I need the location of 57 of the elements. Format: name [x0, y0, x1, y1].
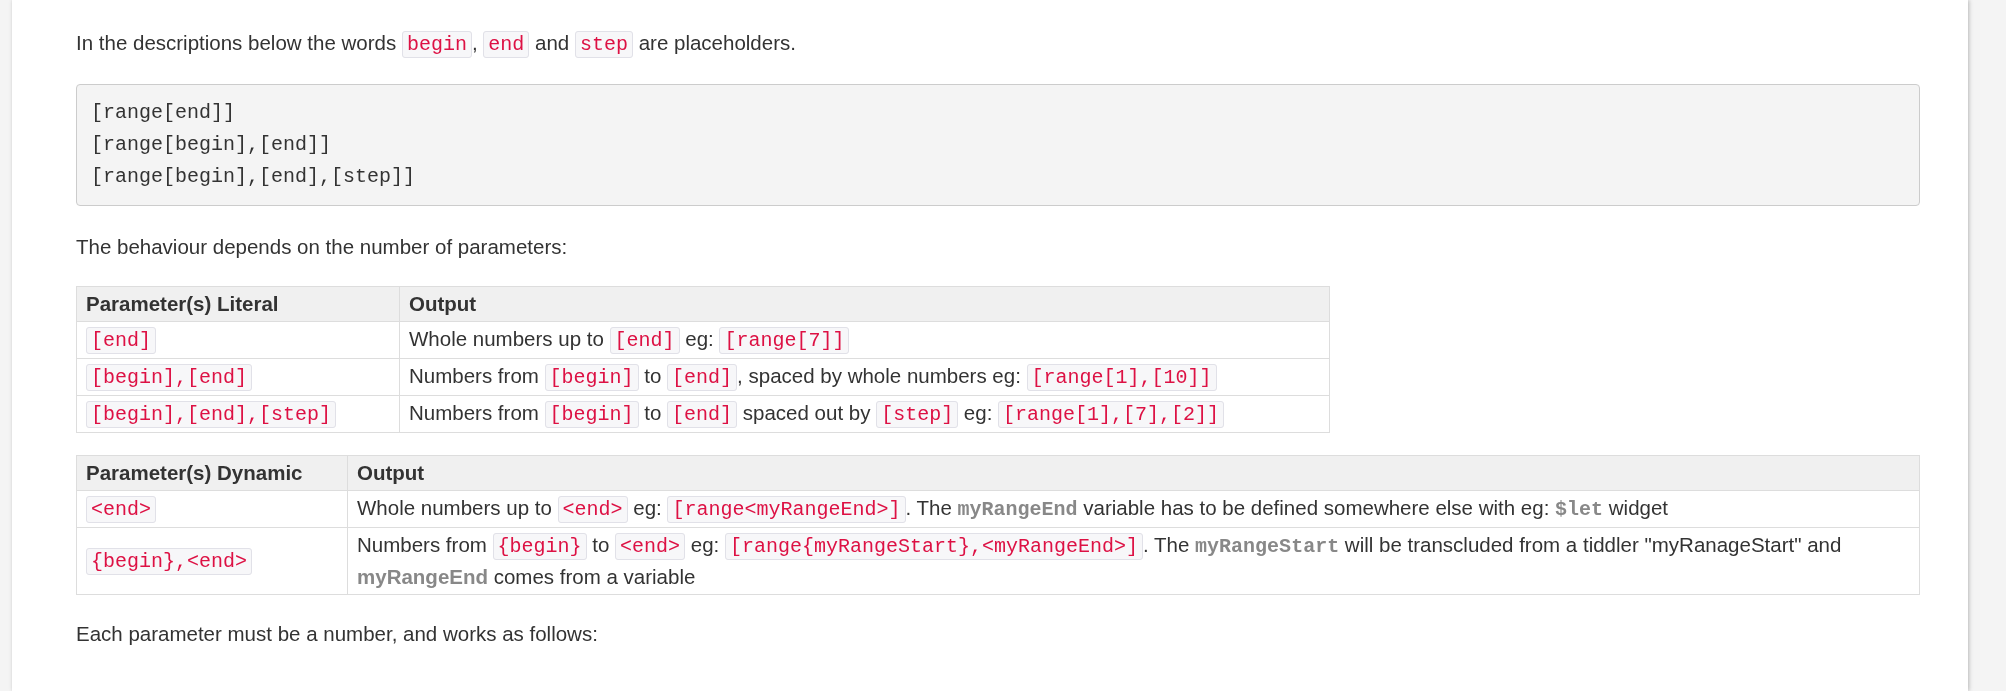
text-run: to: [643, 364, 663, 387]
text-run: will be transcluded from a tiddler "myRanageStart" and: [1343, 533, 1842, 556]
text-run: spaced out by: [741, 401, 872, 424]
header-cell: Parameter(s) Dynamic: [76, 455, 348, 491]
inline-code: end: [483, 31, 530, 58]
inline-code: [begin]: [544, 401, 639, 428]
text-run: variable has to be defined somewhere else with eg:: [1082, 496, 1551, 519]
text-run: Numbers from: [409, 364, 540, 387]
text-run: Numbers from: [357, 533, 488, 556]
inline-code: <end>: [615, 533, 686, 560]
text-run: The behaviour depends on the number of parameters:: [76, 235, 568, 258]
inline-code: {begin}: [492, 533, 587, 560]
text-run: . The: [1143, 533, 1191, 556]
header-cell: Parameter(s) Literal: [76, 286, 400, 322]
text-run: eg:: [632, 496, 663, 519]
text-run: are placeholders.: [637, 31, 796, 54]
inline-code: [range[7]]: [719, 327, 850, 354]
inline-code: {begin},<end>: [86, 548, 253, 575]
inline-code: [end]: [667, 364, 738, 391]
text-run: Whole numbers up to: [357, 496, 553, 519]
inline-code: <end>: [557, 496, 628, 523]
text-run: Each parameter must be a number, and works as follows:: [76, 622, 598, 645]
inline-code: [end]: [667, 401, 738, 428]
text-run: widget: [1607, 496, 1669, 519]
text-run: eg:: [689, 533, 721, 556]
text-run: Whole numbers up to: [409, 327, 605, 350]
text-run: eg:: [962, 401, 994, 424]
text-run: , spaced by whole numbers eg:: [737, 364, 1022, 387]
text-run: Numbers from: [409, 401, 540, 424]
inline-code: step: [574, 31, 633, 58]
inline-code: [end]: [609, 327, 680, 354]
header-cell: Output: [347, 455, 1920, 491]
inline-code: [range[1],[10]]: [1026, 364, 1217, 391]
text-run: and: [534, 31, 571, 54]
variable-name: myRangeEnd: [957, 498, 1078, 521]
variable-name: myRangeEnd: [357, 565, 488, 588]
variable-name: myRangeStart: [1195, 535, 1340, 558]
inline-code: <end>: [86, 496, 156, 523]
inline-code: [step]: [876, 401, 959, 428]
text-run: . The: [905, 496, 953, 519]
inline-code: [range[1],[7],[2]]: [998, 401, 1225, 428]
variable-name: $let: [1555, 498, 1604, 521]
inline-code: [begin]: [544, 364, 639, 391]
header-cell: Output: [399, 286, 1330, 322]
inline-code: [end]: [86, 327, 156, 354]
text-run: comes from a variable: [492, 565, 696, 588]
text-run: ,: [471, 31, 479, 54]
inline-code: [range<myRangeEnd>]: [667, 496, 906, 523]
text-run: In the descriptions below the words: [76, 31, 398, 54]
text-run: to: [643, 401, 663, 424]
inline-code: [begin],[end]: [86, 364, 253, 391]
inline-code: [range{myRangeStart},<myRangeEnd>]: [725, 533, 1144, 560]
text-run: to: [591, 533, 611, 556]
text-run: eg:: [684, 327, 715, 350]
inline-code: [begin],[end],[step]: [86, 401, 337, 428]
code-block: [range[end]] [range[begin],[end]] [range[begin],[end],[step]]: [76, 84, 1920, 206]
inline-code: begin: [401, 31, 472, 58]
